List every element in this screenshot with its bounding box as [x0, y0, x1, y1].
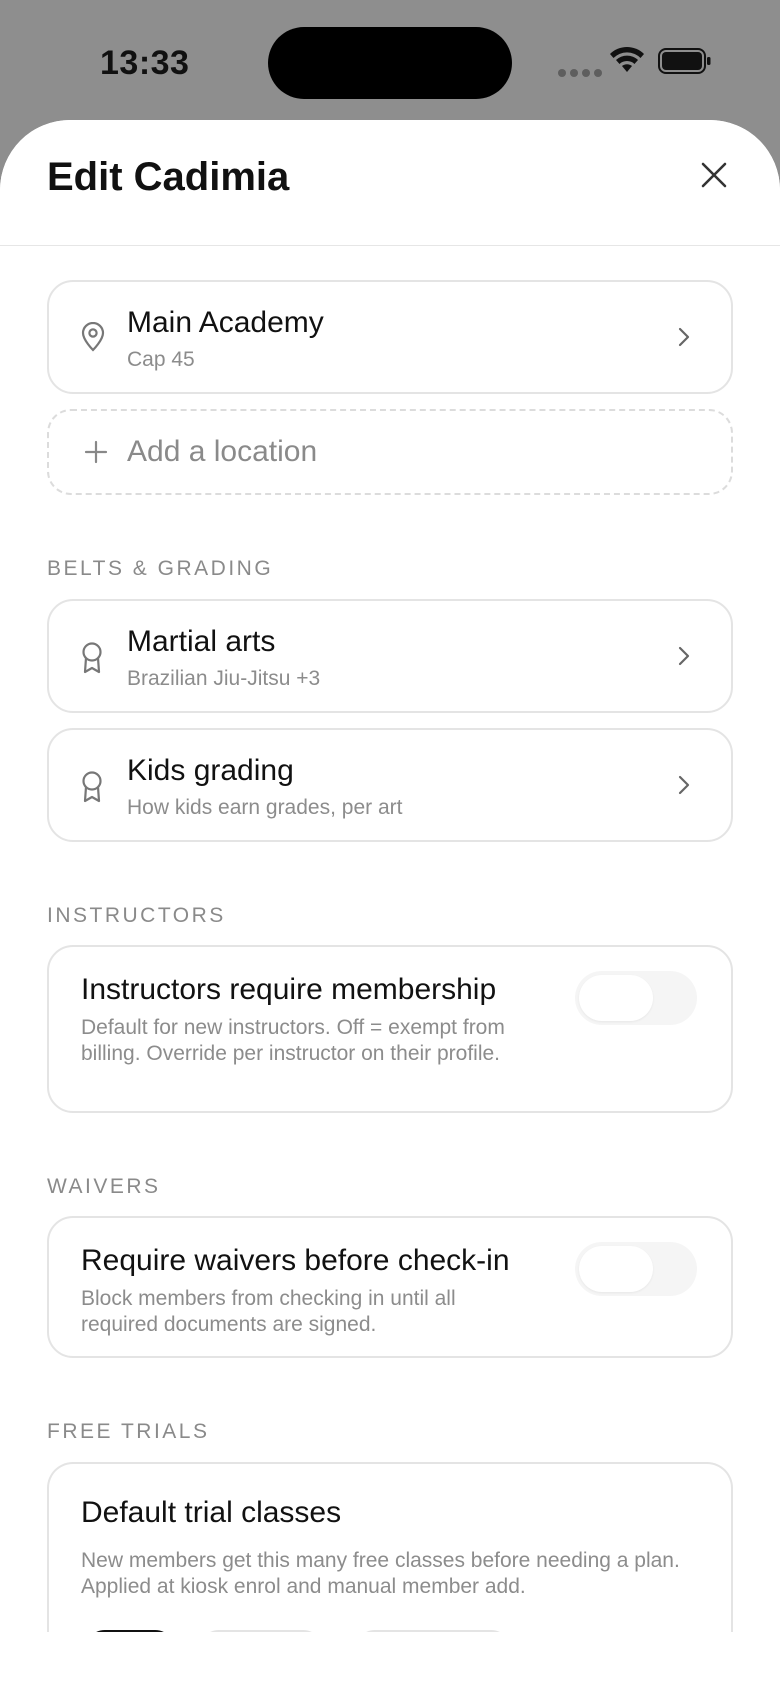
chevron-right-icon — [678, 646, 690, 666]
kids-grading-item[interactable]: Kids grading How kids earn grades, per a… — [47, 728, 733, 842]
add-location-label: Add a location — [127, 435, 318, 468]
waivers-description: Block members from checking in until all… — [81, 1287, 456, 1336]
waivers-toggle[interactable] — [575, 1242, 697, 1296]
instructors-membership-title: Instructors require membership — [81, 973, 497, 1006]
toggle-knob — [579, 1246, 653, 1292]
trial-option-chip[interactable] — [85, 1630, 175, 1632]
sheet-content[interactable]: LOCATIONS · 1 Main Academy Cap 45 Add a … — [0, 120, 780, 1632]
waivers-title: Require waivers before check-in — [81, 1244, 510, 1277]
martial-arts-subtitle: Brazilian Jiu-Jitsu +3 — [127, 667, 321, 690]
martial-arts-item[interactable]: Martial arts Brazilian Jiu-Jitsu +3 — [47, 599, 733, 713]
kids-grading-title: Kids grading — [127, 754, 294, 787]
waivers-section-label: WAIVERS — [47, 1175, 161, 1198]
location-name: Main Academy — [127, 306, 324, 339]
edit-sheet: Edit Cadimia LOCATIONS · 1 Main Academy … — [0, 120, 780, 1696]
kids-grading-subtitle: How kids earn grades, per art — [127, 796, 403, 819]
wifi-icon — [610, 46, 644, 72]
default-trial-description: New members get this many free classes b… — [81, 1549, 680, 1598]
location-capacity: Cap 45 — [127, 348, 195, 371]
plus-icon — [84, 440, 108, 464]
close-icon — [701, 162, 727, 188]
battery-icon — [658, 48, 711, 74]
map-pin-icon — [81, 322, 105, 352]
default-trial-card: Default trial classes New members get th… — [47, 1462, 733, 1632]
page-title: Edit Cadimia — [47, 155, 290, 199]
chevron-right-icon — [678, 327, 690, 347]
signal-icon — [558, 69, 602, 77]
status-time: 13:33 — [100, 44, 190, 82]
instructors-section-label: INSTRUCTORS — [47, 904, 226, 927]
trial-option-chip[interactable] — [199, 1630, 323, 1632]
waivers-card: Require waivers before check-in Block me… — [47, 1216, 733, 1358]
award-icon — [82, 642, 102, 674]
instructors-membership-toggle[interactable] — [575, 971, 697, 1025]
free-trials-section-label: FREE TRIALS — [47, 1420, 210, 1443]
close-button[interactable] — [695, 156, 733, 194]
dynamic-island — [268, 27, 512, 99]
location-item-main-academy[interactable]: Main Academy Cap 45 — [47, 280, 733, 394]
award-icon — [82, 771, 102, 803]
status-bar: 13:33 — [0, 0, 780, 120]
add-location-button[interactable]: Add a location — [47, 409, 733, 495]
belts-section-label: BELTS & GRADING — [47, 557, 274, 580]
sheet-header: Edit Cadimia — [0, 120, 780, 246]
trial-option-chip[interactable] — [355, 1630, 511, 1632]
default-trial-title: Default trial classes — [81, 1496, 342, 1529]
instructors-membership-description: Default for new instructors. Off = exemp… — [81, 1016, 505, 1065]
martial-arts-title: Martial arts — [127, 625, 276, 658]
toggle-knob — [579, 975, 653, 1021]
chevron-right-icon — [678, 775, 690, 795]
instructors-membership-card: Instructors require membership Default f… — [47, 945, 733, 1113]
